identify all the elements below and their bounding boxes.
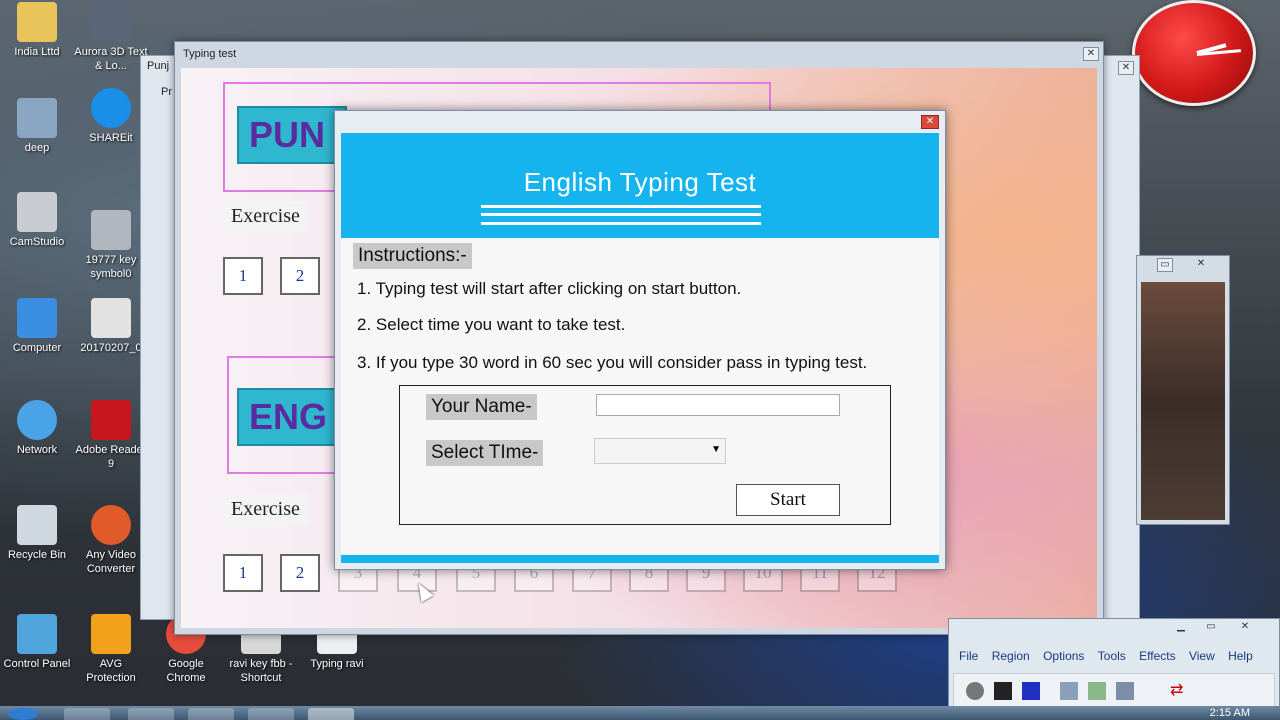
punjabi-banner[interactable]: PUN [237,106,347,164]
select-time-label: Select TIme- [426,440,544,466]
select-time-dropdown[interactable]: ▼ [594,438,726,464]
your-name-input[interactable] [596,394,840,416]
desktop-icon-control-panel[interactable]: Control Panel [0,614,74,671]
desktop-icon-india-lttd[interactable]: India Lttd [0,2,74,59]
dialog-bottom-bar [341,555,939,563]
punjabi-exercise-2-button[interactable]: 2 [280,257,320,295]
image-icon [17,98,57,138]
avg-icon [91,614,131,654]
desktop-icon-any-video[interactable]: Any Video Converter [74,505,148,576]
desktop-icon-shareit[interactable]: SHAREit [74,88,148,145]
restore-button[interactable]: ▭ [1157,258,1173,272]
menu-region[interactable]: Region [992,649,1030,663]
record-icon[interactable] [966,682,984,700]
video-converter-icon [91,505,131,545]
window-subtitle: Pr [161,86,172,98]
header-underline-2 [481,213,761,216]
taskbar-typing-test[interactable] [308,708,354,720]
instructions-title: Instructions:- [353,243,472,269]
dialog-header: English Typing Test [341,133,939,238]
folder-icon [17,2,57,42]
instruction-1: 1. Typing test will start after clicking… [357,279,742,298]
close-button[interactable]: ✕ [1193,258,1209,272]
dialog-body: English Typing Test Instructions:- 1. Ty… [341,133,939,563]
back-window-close-button[interactable]: ✕ [1118,61,1134,75]
toolbar: ⇄ [953,673,1275,709]
menu-options[interactable]: Options [1043,649,1084,663]
stop-icon[interactable] [1022,682,1040,700]
camera-icon [17,192,57,232]
taskbar: 2:15 AM [0,706,1280,720]
computer-icon [17,298,57,338]
menu-view[interactable]: View [1189,649,1215,663]
aurora-icon [91,2,131,42]
window-title: Typing test [183,48,237,60]
instruction-2: 2. Select time you want to take test. [357,315,626,334]
cursor-icon[interactable]: ⇄ [1170,682,1188,700]
taskbar-explorer[interactable] [64,708,110,720]
dropdown-arrow-icon: ▼ [711,444,721,455]
clock-gadget[interactable] [1132,0,1256,106]
window-title: Punj [147,60,170,72]
desktop-icon-20170207[interactable]: 20170207_0 [74,298,148,355]
menu-effects[interactable]: Effects [1139,649,1175,663]
dialog-heading: English Typing Test [523,167,757,197]
shareit-icon [91,88,131,128]
header-underline-1 [481,205,761,208]
start-orb[interactable] [8,708,38,720]
header-underline-3 [481,222,761,225]
maximize-button[interactable]: ▭ [1203,621,1219,635]
start-button[interactable]: Start [736,484,840,516]
control-panel-icon [17,614,57,654]
desktop-icon-computer[interactable]: Computer [0,298,74,355]
menu-bar: File Region Options Tools Effects View H… [949,649,1279,669]
network-icon [17,400,57,440]
punjabi-exercise-1-button[interactable]: 1 [223,257,263,295]
instruction-3: 3. If you type 30 word in 60 sec you wil… [357,353,868,372]
taskbar-chrome[interactable] [128,708,174,720]
exercise-label-1: Exercise [223,201,308,232]
your-name-label: Your Name- [426,394,537,420]
entry-form: Your Name- Select TIme- ▼ Start [399,385,891,525]
image-icon [91,210,131,250]
desktop-icon-adobe-reader[interactable]: Adobe Reader 9 [74,400,148,471]
desktop-icon-camstudio[interactable]: CamStudio [0,192,74,249]
adobe-reader-icon [91,400,131,440]
menu-file[interactable]: File [959,649,978,663]
desktop-icon-key-symbol[interactable]: 19777 key symbol0 [74,210,148,281]
english-exercise-2-button[interactable]: 2 [280,554,320,592]
taskbar-app4[interactable] [248,708,294,720]
region-icon[interactable] [1060,682,1078,700]
video-window[interactable]: ▭ ✕ [1136,255,1230,525]
desktop-icon-deep[interactable]: deep [0,98,74,155]
english-banner[interactable]: ENG [237,388,347,446]
dialog-close-button[interactable]: ✕ [921,115,939,129]
desktop-icon-network[interactable]: Network [0,400,74,457]
english-typing-test-dialog[interactable]: ✕ English Typing Test Instructions:- 1. … [334,110,946,570]
annotation-icon[interactable] [1088,682,1106,700]
exercise-label-2: Exercise [223,494,308,525]
taskbar-app3[interactable] [188,708,234,720]
minimize-button[interactable]: ▁ [1173,621,1189,635]
english-exercise-1-button[interactable]: 1 [223,554,263,592]
desktop-icon-recycle-bin[interactable]: Recycle Bin [0,505,74,562]
pdf-icon [91,298,131,338]
video-frame [1141,282,1225,520]
menu-tools[interactable]: Tools [1098,649,1126,663]
menu-help[interactable]: Help [1228,649,1253,663]
desktop-icon-aurora[interactable]: Aurora 3D Text & Lo... [74,2,148,73]
window-close-button[interactable]: ✕ [1083,47,1099,61]
dialog-titlebar[interactable] [335,111,945,133]
desktop-icon-avg[interactable]: AVG Protection [74,614,148,685]
webcam-icon[interactable] [1116,682,1134,700]
close-button[interactable]: ✕ [1237,621,1253,635]
pause-icon[interactable] [994,682,1012,700]
taskbar-clock[interactable]: 2:15 AM [1210,707,1250,719]
screen-recorder-window[interactable]: ▁ ▭ ✕ File Region Options Tools Effects … [948,618,1280,720]
recycle-bin-icon [17,505,57,545]
